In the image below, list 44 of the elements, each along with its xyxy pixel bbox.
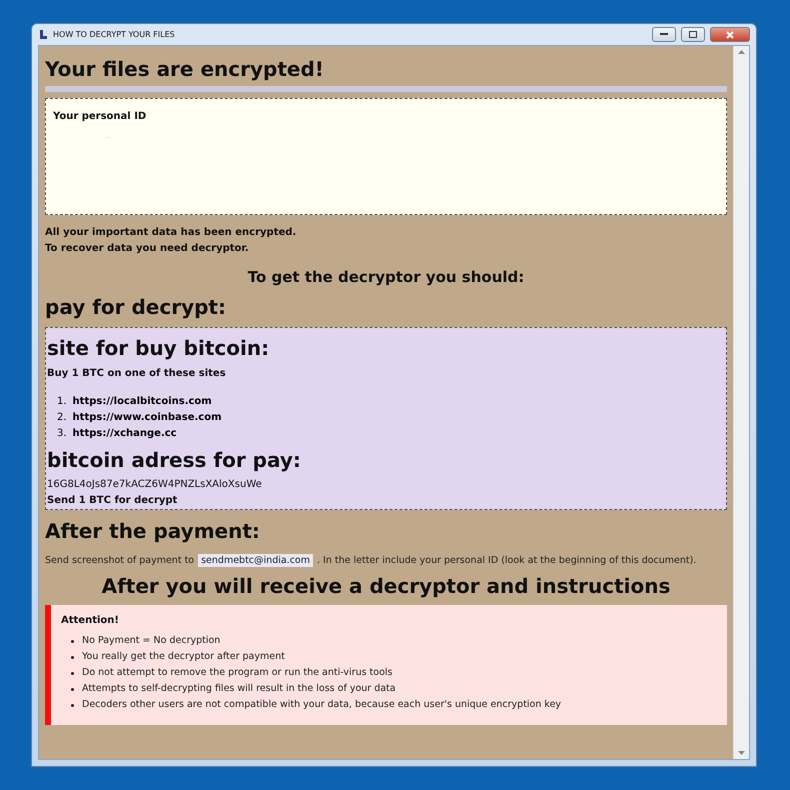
bullet-icon	[71, 640, 74, 643]
instruction-heading: To get the decryptor you should:	[246, 267, 526, 288]
maximize-button[interactable]	[681, 27, 705, 42]
page-heading: Your files are encrypted!	[45, 56, 325, 83]
close-icon	[726, 30, 734, 38]
notice-text: All your important data has been encrypted.	[45, 226, 298, 240]
section-heading: bitcoin adress for pay:	[47, 447, 302, 473]
warning-item: Attempts to self-decrypting files will result in the loss of your data	[82, 682, 396, 696]
site-url: https://localbitcoins.com	[72, 395, 212, 409]
bullet-icon	[71, 672, 74, 675]
warning-item: Decoders other users are not compatible with your data, because each user's unique encryption key	[82, 698, 562, 712]
list-number: 1.	[57, 395, 67, 409]
scroll-up-icon[interactable]	[738, 50, 745, 54]
app-icon	[38, 29, 48, 40]
section-heading: After the payment:	[45, 518, 261, 545]
notice-text: To recover data you need decryptor.	[45, 242, 250, 256]
bitcoin-address: 16G8L4oJs87e7kACZ6W4PNZLsXAloXsuWe	[47, 478, 263, 492]
list-number: 2.	[57, 411, 67, 425]
minimize-button[interactable]	[652, 27, 676, 42]
instruction-text: . In the letter include your personal ID (look at the beginning of this document).	[317, 555, 696, 566]
window-title: HOW TO DECRYPT YOUR FILES	[53, 30, 176, 39]
instruction-text: Send screenshot of payment to	[45, 555, 194, 566]
close-button[interactable]	[710, 27, 750, 42]
intro-text: Buy 1 BTC on one of these sites	[47, 367, 227, 381]
scrollbar[interactable]	[733, 46, 749, 759]
send-note: Send 1 BTC for decrypt	[47, 494, 178, 508]
warning-item: No Payment = No decryption	[82, 634, 220, 648]
warning-item: Do not attempt to remove the program or run the anti-virus tools	[82, 666, 392, 680]
minimize-icon	[660, 33, 668, 36]
section-heading: site for buy bitcoin:	[47, 336, 270, 360]
list-number: 3.	[57, 427, 67, 441]
final-heading: After you will receive a decryptor and instructions	[100, 573, 672, 599]
bullet-icon	[71, 688, 74, 691]
scroll-down-icon[interactable]	[738, 751, 745, 755]
bullet-icon	[71, 656, 74, 659]
site-url: https://xchange.cc	[72, 427, 177, 441]
site-url: https://www.coinbase.com	[72, 411, 222, 425]
maximize-icon	[689, 31, 697, 38]
attention-title: Attention!	[61, 614, 120, 628]
warning-item: You really get the decryptor after payment	[82, 650, 285, 664]
bullet-icon	[71, 704, 74, 707]
id-label: Your personal ID	[53, 110, 148, 124]
email-address: sendmebtc@india.com	[198, 554, 313, 567]
section-heading: pay for decrypt:	[45, 297, 227, 317]
